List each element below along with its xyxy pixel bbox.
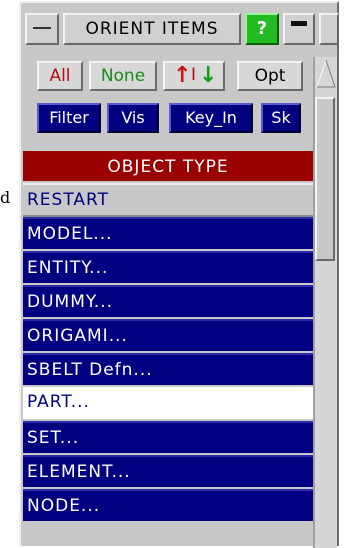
sort-order-button[interactable]: ↑ I ↓ [163,61,225,91]
list-item-model[interactable]: MODEL... [23,217,313,251]
sk-button[interactable]: Sk [261,103,301,133]
minimize-icon [33,27,51,29]
title-bar: ORIENT ITEMS ? [23,7,339,45]
dash-icon [291,21,307,26]
scrollbar-thumb[interactable] [315,97,335,261]
object-type-list: OBJECT TYPE RESTART MODEL... ENTITY... D… [23,151,313,523]
all-button[interactable]: All [37,61,83,91]
list-item-origami[interactable]: ORIGAMI... [23,319,313,353]
list-item-sbelt-defn[interactable]: SBELT Defn... [23,353,313,387]
arrow-up-icon: ↑ [173,63,192,88]
scroll-up-arrow-icon[interactable] [315,57,337,91]
list-item-dummy[interactable]: DUMMY... [23,285,313,319]
list-item-set[interactable]: SET... [23,421,313,455]
sort-separator: I [191,65,197,85]
list-item-node[interactable]: NODE... [23,489,313,523]
panel-title[interactable]: ORIENT ITEMS [63,13,241,45]
list-item-restart[interactable]: RESTART [23,183,313,217]
key-in-button[interactable]: Key_In [169,103,253,133]
window-menu-button[interactable] [319,13,339,45]
list-item-element[interactable]: ELEMENT... [23,455,313,489]
arrow-down-icon: ↓ [199,63,218,88]
opt-button[interactable]: Opt [237,61,303,91]
vertical-scrollbar[interactable] [313,57,337,548]
stray-text: d [0,188,11,207]
help-button[interactable]: ? [245,13,279,45]
orient-items-panel: ORIENT ITEMS ? All None ↑ I ↓ Opt Filter… [19,1,339,548]
minimize-button[interactable] [25,13,59,45]
dock-button[interactable] [283,13,315,45]
list-header: OBJECT TYPE [23,151,313,183]
vis-button[interactable]: Vis [107,103,159,133]
list-item-entity[interactable]: ENTITY... [23,251,313,285]
filter-button[interactable]: Filter [37,103,101,133]
list-item-part[interactable]: PART... [23,387,313,421]
none-button[interactable]: None [89,61,157,91]
